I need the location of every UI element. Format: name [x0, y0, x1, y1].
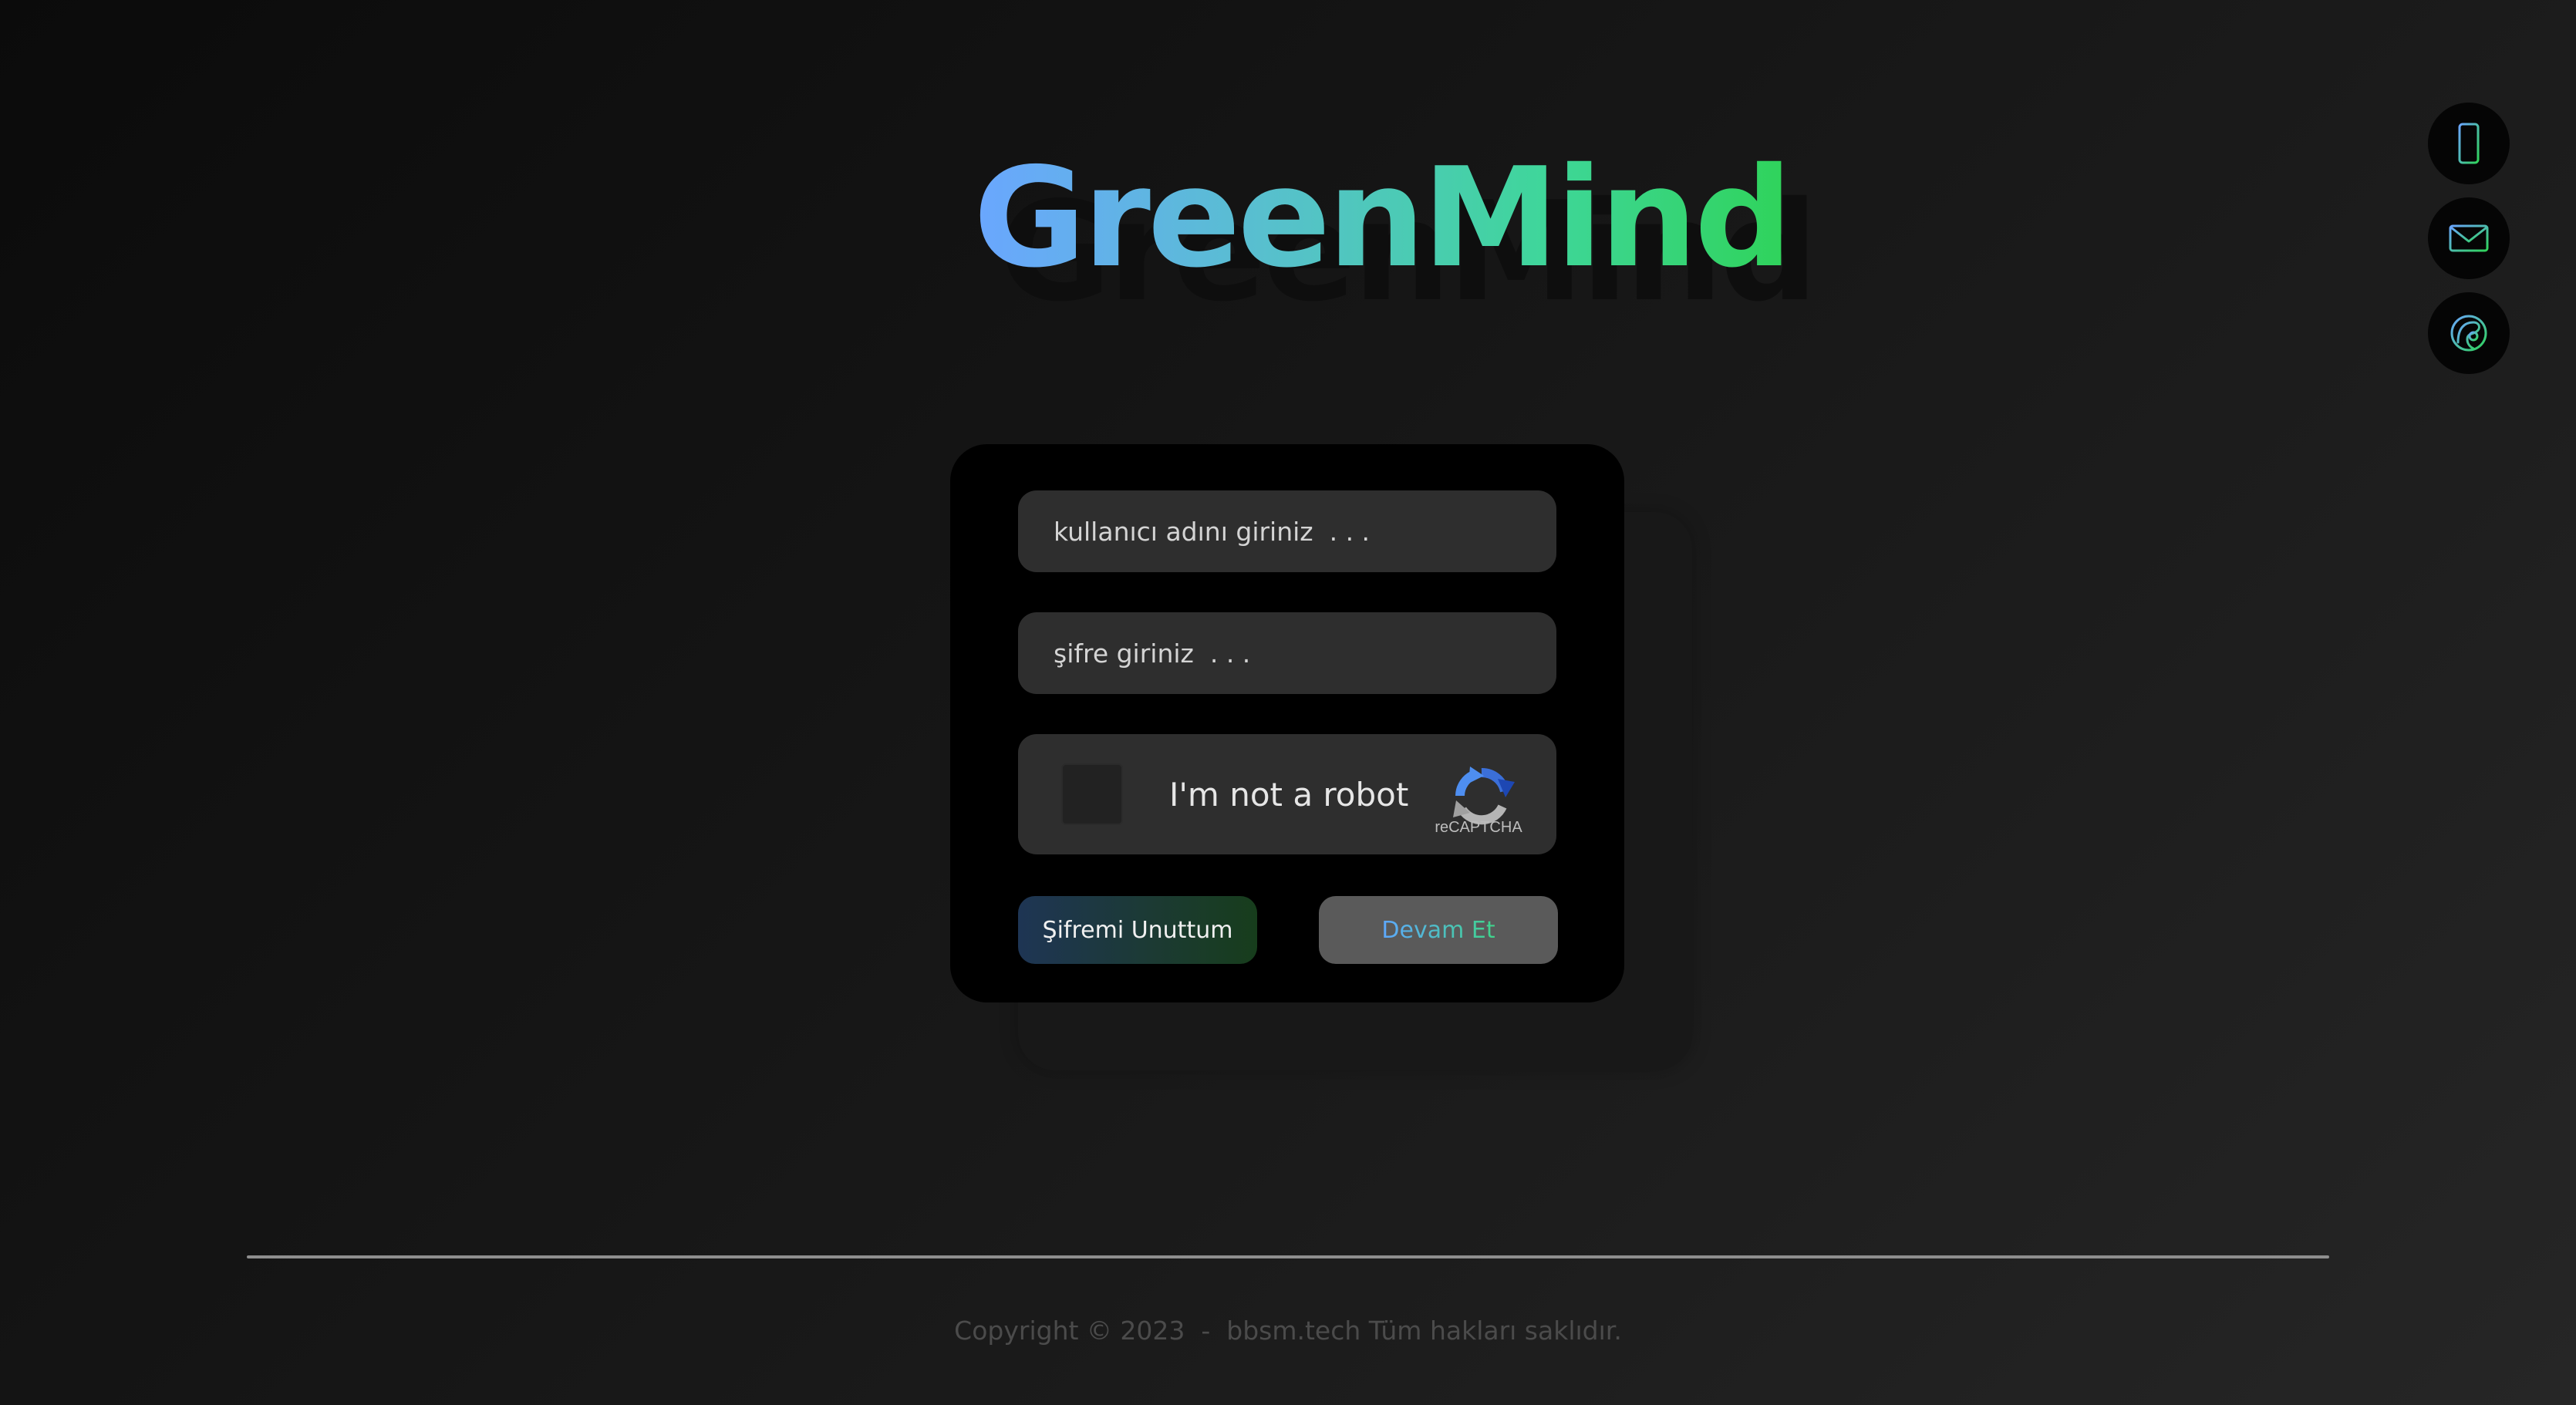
recaptcha-widget: I'm not a robot reCAPTCHA: [1018, 734, 1556, 854]
login-card: I'm not a robot reCAPTCHA Şifremi Unuttu…: [950, 444, 1624, 1002]
forgot-password-button[interactable]: Şifremi Unuttum: [1018, 896, 1257, 964]
continue-button[interactable]: Devam Et: [1319, 896, 1558, 964]
captcha-label: I'm not a robot: [1169, 776, 1409, 814]
captcha-checkbox[interactable]: [1061, 763, 1123, 825]
copyright-text: Copyright © 2023 - bbsm.tech Tüm hakları…: [954, 1316, 1622, 1346]
footer-divider: [247, 1255, 2329, 1258]
continue-label: Devam Et: [1381, 916, 1495, 944]
phone-button[interactable]: [2428, 103, 2510, 184]
mail-button[interactable]: [2428, 197, 2510, 279]
recaptcha-brand: reCAPTCHA: [1435, 819, 1522, 836]
password-input[interactable]: [1018, 612, 1556, 694]
location-button[interactable]: [2428, 292, 2510, 374]
mail-icon: [2449, 224, 2489, 252]
logo-area: GreenMind GreenMind: [0, 139, 2576, 324]
username-input[interactable]: [1018, 490, 1556, 572]
phone-icon: [2458, 123, 2480, 164]
location-icon: [2450, 315, 2487, 352]
logo: GreenMind: [973, 138, 1792, 298]
